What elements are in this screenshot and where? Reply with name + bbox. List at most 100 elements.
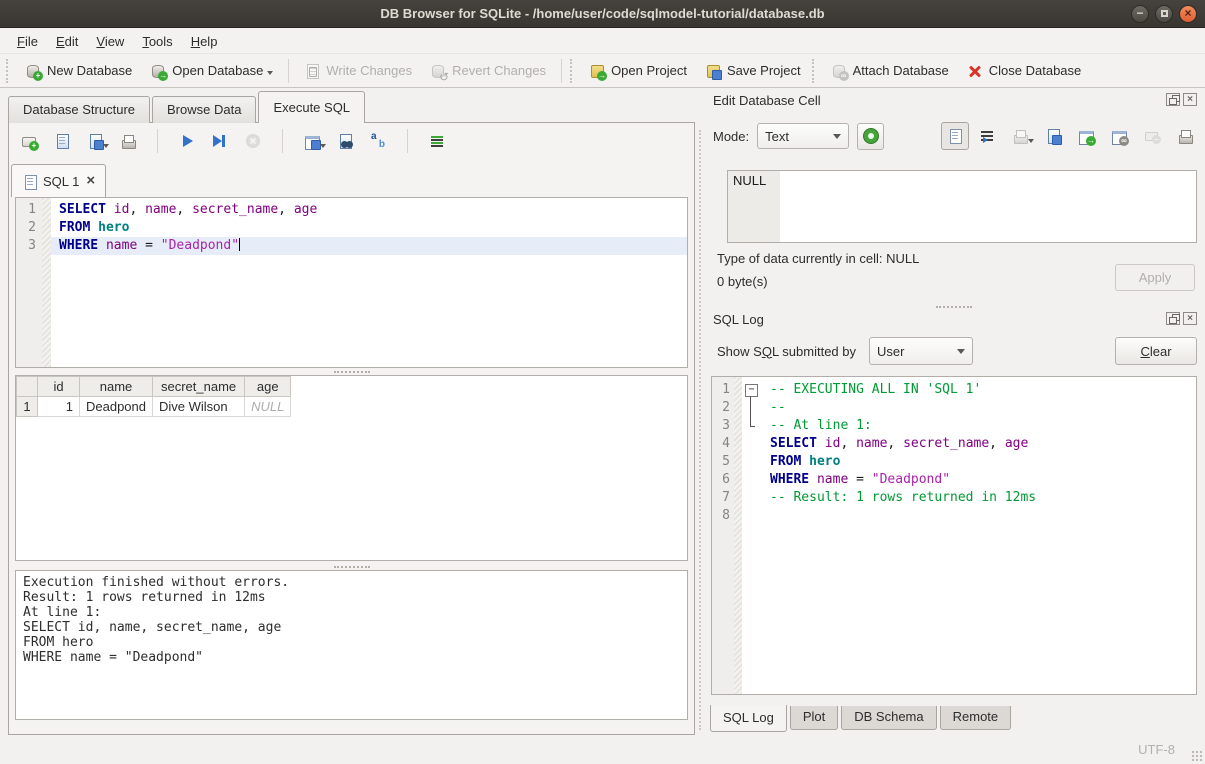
code-line-1[interactable]: 1SELECT id, name, secret_name, age [16, 201, 687, 219]
open-sql-file-button[interactable] [52, 131, 72, 151]
toolbar-grip[interactable] [6, 59, 11, 83]
format-sql-button[interactable] [427, 131, 447, 151]
code-line-8[interactable]: 8 [712, 507, 1196, 525]
code-line-6[interactable]: 6WHERE name = "Deadpond" [712, 471, 1196, 489]
word-wrap-button[interactable] [977, 126, 997, 146]
open-external-button[interactable] [1076, 126, 1096, 146]
column-header[interactable]: id [38, 377, 80, 397]
code-line-2[interactable]: 2-- [712, 399, 1196, 417]
splitter-handle[interactable] [703, 304, 1205, 309]
mode-select[interactable]: Text [757, 123, 849, 149]
close-icon[interactable]: × [1179, 5, 1197, 23]
chevron-down-icon [957, 349, 965, 358]
stop-button[interactable] [243, 131, 263, 151]
replace-button[interactable] [368, 131, 388, 151]
find-button[interactable] [335, 131, 355, 151]
titlebar[interactable]: DB Browser for SQLite - /home/user/code/… [0, 0, 1205, 28]
table-row[interactable]: 11DeadpondDive WilsonNULL [17, 397, 291, 417]
menu-view[interactable]: View [87, 31, 133, 52]
project-open-icon [589, 63, 605, 79]
apply-mode-button[interactable] [857, 123, 884, 150]
write-changes-button[interactable]: Write Changes [295, 59, 421, 83]
float-panel-icon[interactable] [1166, 312, 1180, 325]
resize-grip[interactable] [1191, 750, 1202, 761]
execute-all-button[interactable] [177, 131, 197, 151]
print-icon [120, 133, 136, 149]
dropdown-caret-icon [267, 71, 273, 78]
button-label: Write Changes [326, 63, 412, 78]
copy-link-button[interactable] [1109, 126, 1129, 146]
revert-changes-button[interactable]: Revert Changes [421, 59, 555, 83]
table-cell[interactable]: Dive Wilson [153, 397, 245, 417]
sql-toolbar [19, 129, 447, 153]
tab-db-schema[interactable]: DB Schema [841, 706, 936, 730]
menu-tools[interactable]: Tools [133, 31, 181, 52]
toolbar-separator [282, 129, 283, 153]
open-project-button[interactable]: Open Project [580, 59, 696, 83]
splitter-handle[interactable] [9, 564, 694, 569]
table-cell[interactable]: 1 [38, 397, 80, 417]
print-cell-button[interactable] [1175, 126, 1195, 146]
execute-current-line-button[interactable] [210, 131, 230, 151]
dock-tabbar: SQL Log Plot DB Schema Remote [710, 706, 1011, 732]
cell-editor[interactable]: NULL [727, 170, 1197, 243]
toolbar-grip[interactable] [570, 59, 575, 83]
code-line-7[interactable]: 7-- Result: 1 rows returned in 12ms [712, 489, 1196, 507]
print-sql-button[interactable] [118, 131, 138, 151]
close-tab-icon[interactable]: × [86, 175, 95, 187]
new-database-button[interactable]: New Database [16, 59, 141, 83]
apply-button[interactable]: Apply [1115, 264, 1195, 291]
open-database-button[interactable]: Open Database [141, 59, 282, 83]
float-panel-icon[interactable] [1166, 93, 1180, 106]
code-line-1[interactable]: 1-- EXECUTING ALL IN 'SQL 1' [712, 381, 1196, 399]
sql-editor[interactable]: 1SELECT id, name, secret_name, age2FROM … [15, 197, 688, 368]
chevron-down-icon [833, 134, 841, 143]
code-line-3[interactable]: 3WHERE name = "Deadpond" [16, 237, 687, 255]
column-header[interactable]: name [80, 377, 153, 397]
save-sql-file-button[interactable] [85, 131, 105, 151]
close-panel-icon[interactable]: × [1183, 93, 1197, 106]
toolbar-grip[interactable] [812, 59, 817, 83]
table-cell[interactable]: NULL [245, 397, 291, 417]
table-cell[interactable]: Deadpond [80, 397, 153, 417]
edit-cell-title: Edit Database Cell [713, 93, 821, 108]
tab-database-structure[interactable]: Database Structure [8, 96, 150, 123]
menu-edit[interactable]: Edit [47, 31, 87, 52]
submitter-select[interactable]: User [869, 337, 973, 365]
menu-help[interactable]: Help [182, 31, 227, 52]
tab-remote[interactable]: Remote [940, 706, 1012, 730]
set-null-button[interactable] [1142, 126, 1162, 146]
vertical-splitter[interactable] [699, 130, 701, 730]
close-database-button[interactable]: Close Database [958, 59, 1091, 83]
text-mode-button[interactable] [941, 122, 969, 150]
new-tab-button[interactable] [19, 131, 39, 151]
splitter-handle[interactable] [9, 369, 694, 374]
attach-database-button[interactable]: Attach Database [822, 59, 958, 83]
maximize-icon[interactable] [1155, 5, 1173, 23]
tab-plot[interactable]: Plot [790, 706, 838, 730]
submitter-value: User [877, 344, 904, 359]
column-header[interactable]: secret_name [153, 377, 245, 397]
import-cell-button[interactable] [1010, 126, 1030, 146]
statusbar: UTF-8 [0, 735, 1205, 764]
save-project-button[interactable]: Save Project [696, 59, 810, 83]
row-header[interactable]: 1 [17, 397, 38, 417]
column-header[interactable]: age [245, 377, 291, 397]
close-panel-icon[interactable]: × [1183, 312, 1197, 325]
clear-button[interactable]: Clear [1115, 337, 1197, 365]
tab-execute-sql[interactable]: Execute SQL [258, 91, 365, 123]
sql-log-view[interactable]: 1-- EXECUTING ALL IN 'SQL 1'2--3-- At li… [711, 376, 1197, 695]
minimize-icon[interactable]: − [1131, 5, 1149, 23]
button-label: Attach Database [853, 63, 949, 78]
format-sql-icon [429, 133, 445, 149]
menu-file[interactable]: File [8, 31, 47, 52]
tab-sql-log[interactable]: SQL Log [710, 705, 787, 732]
sql-file-tab[interactable]: SQL 1 × [11, 164, 106, 197]
tab-browse-data[interactable]: Browse Data [152, 96, 256, 123]
export-cell-button[interactable] [1043, 126, 1063, 146]
code-line-5[interactable]: 5FROM hero [712, 453, 1196, 471]
code-line-2[interactable]: 2FROM hero [16, 219, 687, 237]
code-line-3[interactable]: 3-- At line 1: [712, 417, 1196, 435]
code-line-4[interactable]: 4SELECT id, name, secret_name, age [712, 435, 1196, 453]
export-button[interactable] [302, 131, 322, 151]
